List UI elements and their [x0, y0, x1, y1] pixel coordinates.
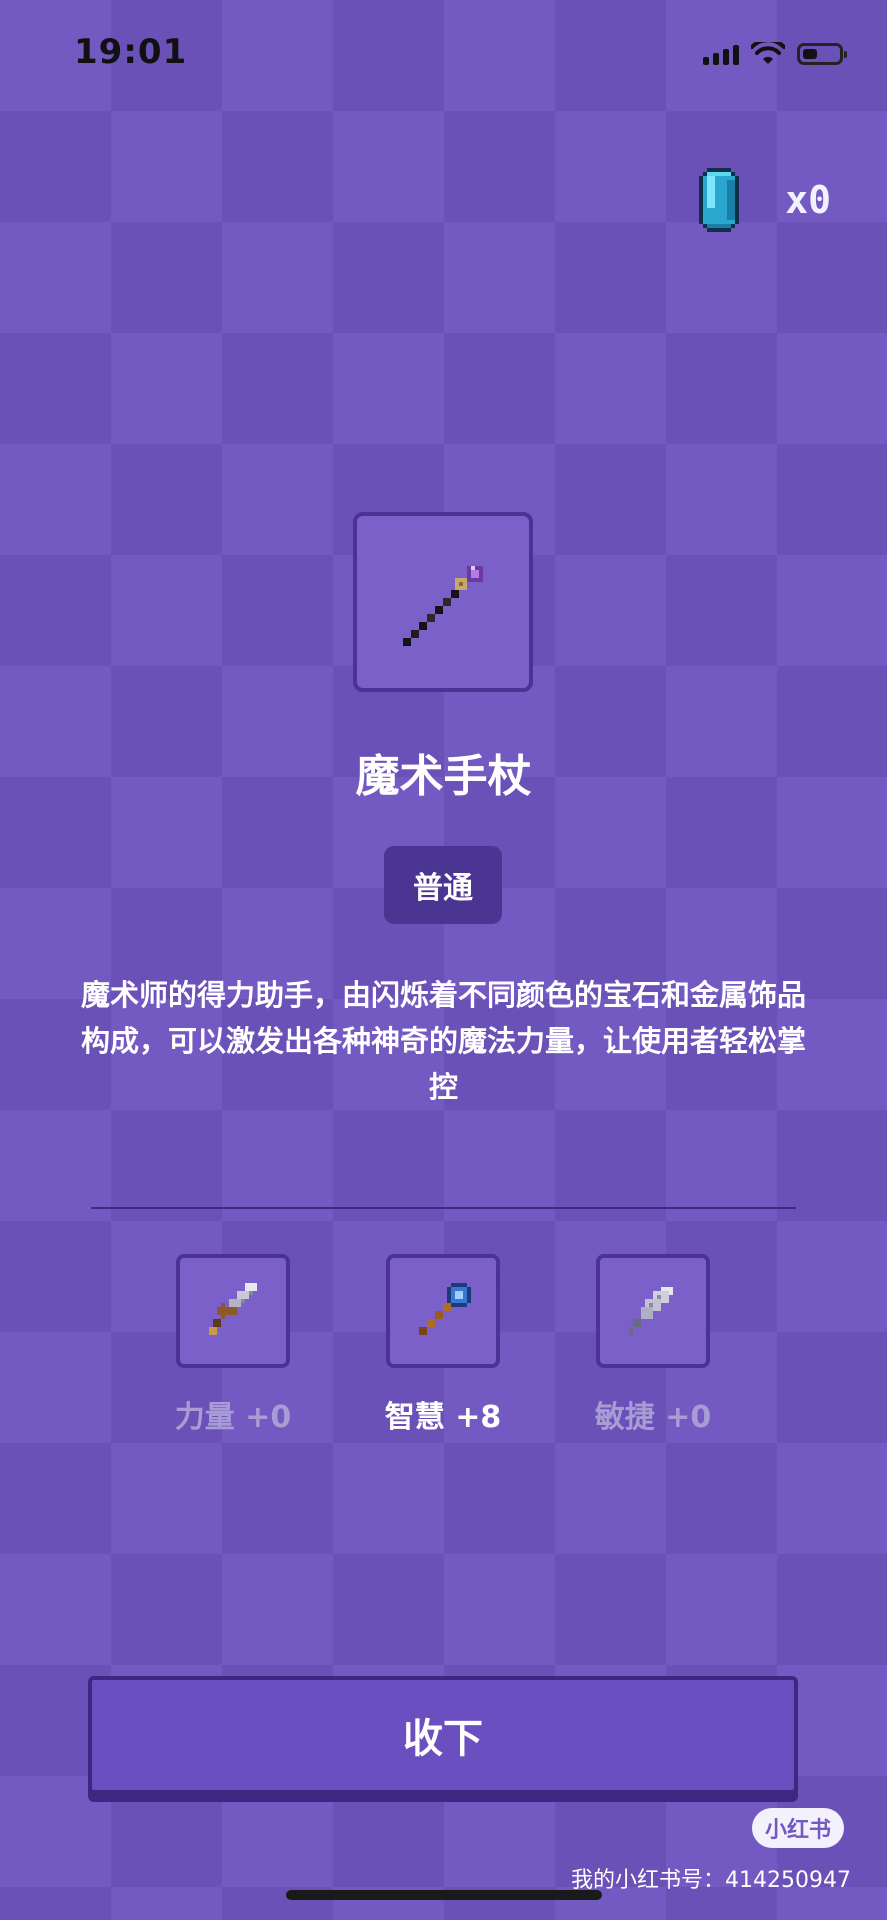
item-icon-frame: [353, 512, 533, 692]
rarity-badge: 普通: [384, 846, 502, 924]
home-indicator[interactable]: [286, 1890, 602, 1900]
battery-icon: [797, 43, 847, 65]
collect-button[interactable]: 收下: [88, 1676, 798, 1794]
stat-label: 敏捷 +0: [594, 1400, 712, 1435]
gem-counter: x0: [695, 168, 831, 232]
cellular-signal-icon: [703, 43, 739, 65]
wifi-icon: [751, 42, 785, 64]
item-name: 魔术手杖: [355, 751, 532, 802]
stat-wisdom: 智慧 +8: [363, 1254, 523, 1436]
status-icons: [703, 42, 847, 66]
sword-icon: [209, 1283, 257, 1335]
status-bar: 19:01: [0, 0, 887, 110]
feather-icon: [629, 1287, 673, 1335]
stat-frame: [176, 1254, 290, 1368]
stat-strength: 力量 +0: [153, 1254, 313, 1436]
divider: [91, 1207, 796, 1209]
gem-count: x0: [785, 178, 831, 222]
stat-label: 智慧 +8: [384, 1400, 502, 1435]
gem-icon: [699, 168, 740, 232]
wand-icon: [419, 1283, 471, 1335]
stat-label: 力量 +0: [174, 1400, 292, 1435]
stat-agility: 敏捷 +0: [573, 1254, 733, 1436]
watermark-text: 我的小红书号：414250947: [571, 1868, 851, 1893]
item-description: 魔术师的得力助手，由闪烁着不同颜色的宝石和金属饰品构成，可以激发出各种神奇的魔法…: [80, 978, 806, 1104]
stat-frame: [386, 1254, 500, 1368]
magic-staff-icon: [403, 566, 483, 646]
status-time: 19:01: [74, 32, 188, 72]
stat-frame: [596, 1254, 710, 1368]
xiaohongshu-logo: 小红书: [752, 1808, 844, 1848]
